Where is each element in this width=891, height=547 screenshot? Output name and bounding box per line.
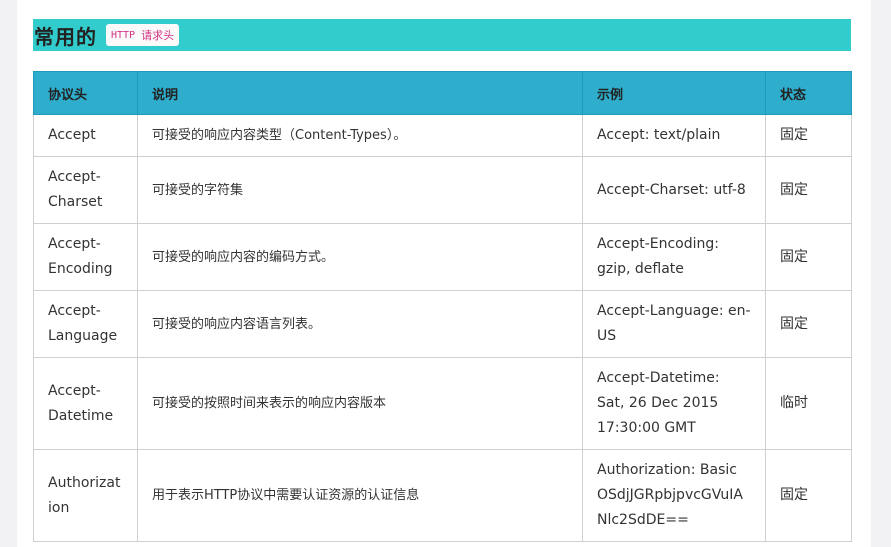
table-row: Accept 可接受的响应内容类型（Content-Types）。 Accept…: [33, 114, 852, 157]
header-name-cell: Accept: [33, 114, 138, 157]
example-cell: Authorization: Basic OSdjJGRpbjpvcGVuIAN…: [582, 449, 766, 542]
status-cell: 固定: [765, 156, 852, 224]
status-cell: 固定: [765, 449, 852, 542]
header-name-cell: Authorization: [33, 449, 138, 542]
http-headers-table: 协议头 说明 示例 状态 Accept 可接受的响应内容类型（Content-T…: [33, 71, 852, 542]
description-cell: 可接受的响应内容的编码方式。: [137, 223, 583, 291]
section-tag-code: HTTP: [111, 29, 136, 41]
table-row: Accept-Charset 可接受的字符集 Accept-Charset: u…: [33, 156, 852, 224]
description-cell: 可接受的响应内容类型（Content-Types）。: [137, 114, 583, 157]
table-row: Accept-Language 可接受的响应内容语言列表。 Accept-Lan…: [33, 290, 852, 358]
header-name-cell: Accept-Datetime: [33, 357, 138, 450]
example-cell: Accept-Encoding: gzip, deflate: [582, 223, 766, 291]
section-tag-text: 请求头: [141, 29, 175, 42]
description-cell: 用于表示HTTP协议中需要认证资源的认证信息: [137, 449, 583, 542]
header-name-cell: Accept-Charset: [33, 156, 138, 224]
status-cell: 固定: [765, 223, 852, 291]
table-header-row: 协议头 说明 示例 状态: [33, 71, 852, 115]
example-cell: Accept: text/plain: [582, 114, 766, 157]
content-page: 常用的 HTTP 请求头 协议头 说明 示例 状态 Accept 可接受的响应内…: [17, 0, 871, 547]
column-header-name: 协议头: [33, 71, 138, 115]
section-title: 常用的: [34, 24, 97, 49]
column-header-example: 示例: [582, 71, 766, 115]
column-header-description: 说明: [137, 71, 583, 115]
header-name-cell: Accept-Language: [33, 290, 138, 358]
example-cell: Accept-Datetime: Sat, 26 Dec 2015 17:30:…: [582, 357, 766, 450]
description-cell: 可接受的按照时间来表示的响应内容版本: [137, 357, 583, 450]
column-header-status: 状态: [765, 71, 852, 115]
status-cell: 固定: [765, 114, 852, 157]
example-cell: Accept-Charset: utf-8: [582, 156, 766, 224]
section-tag: HTTP 请求头: [106, 24, 180, 46]
status-cell: 固定: [765, 290, 852, 358]
section-heading: 常用的 HTTP 请求头: [33, 19, 851, 51]
table-row: Authorization 用于表示HTTP协议中需要认证资源的认证信息 Aut…: [33, 449, 852, 542]
table-row: Accept-Datetime 可接受的按照时间来表示的响应内容版本 Accep…: [33, 357, 852, 450]
example-cell: Accept-Language: en-US: [582, 290, 766, 358]
description-cell: 可接受的响应内容语言列表。: [137, 290, 583, 358]
description-cell: 可接受的字符集: [137, 156, 583, 224]
table-row: Accept-Encoding 可接受的响应内容的编码方式。 Accept-En…: [33, 223, 852, 291]
status-cell: 临时: [765, 357, 852, 450]
header-name-cell: Accept-Encoding: [33, 223, 138, 291]
